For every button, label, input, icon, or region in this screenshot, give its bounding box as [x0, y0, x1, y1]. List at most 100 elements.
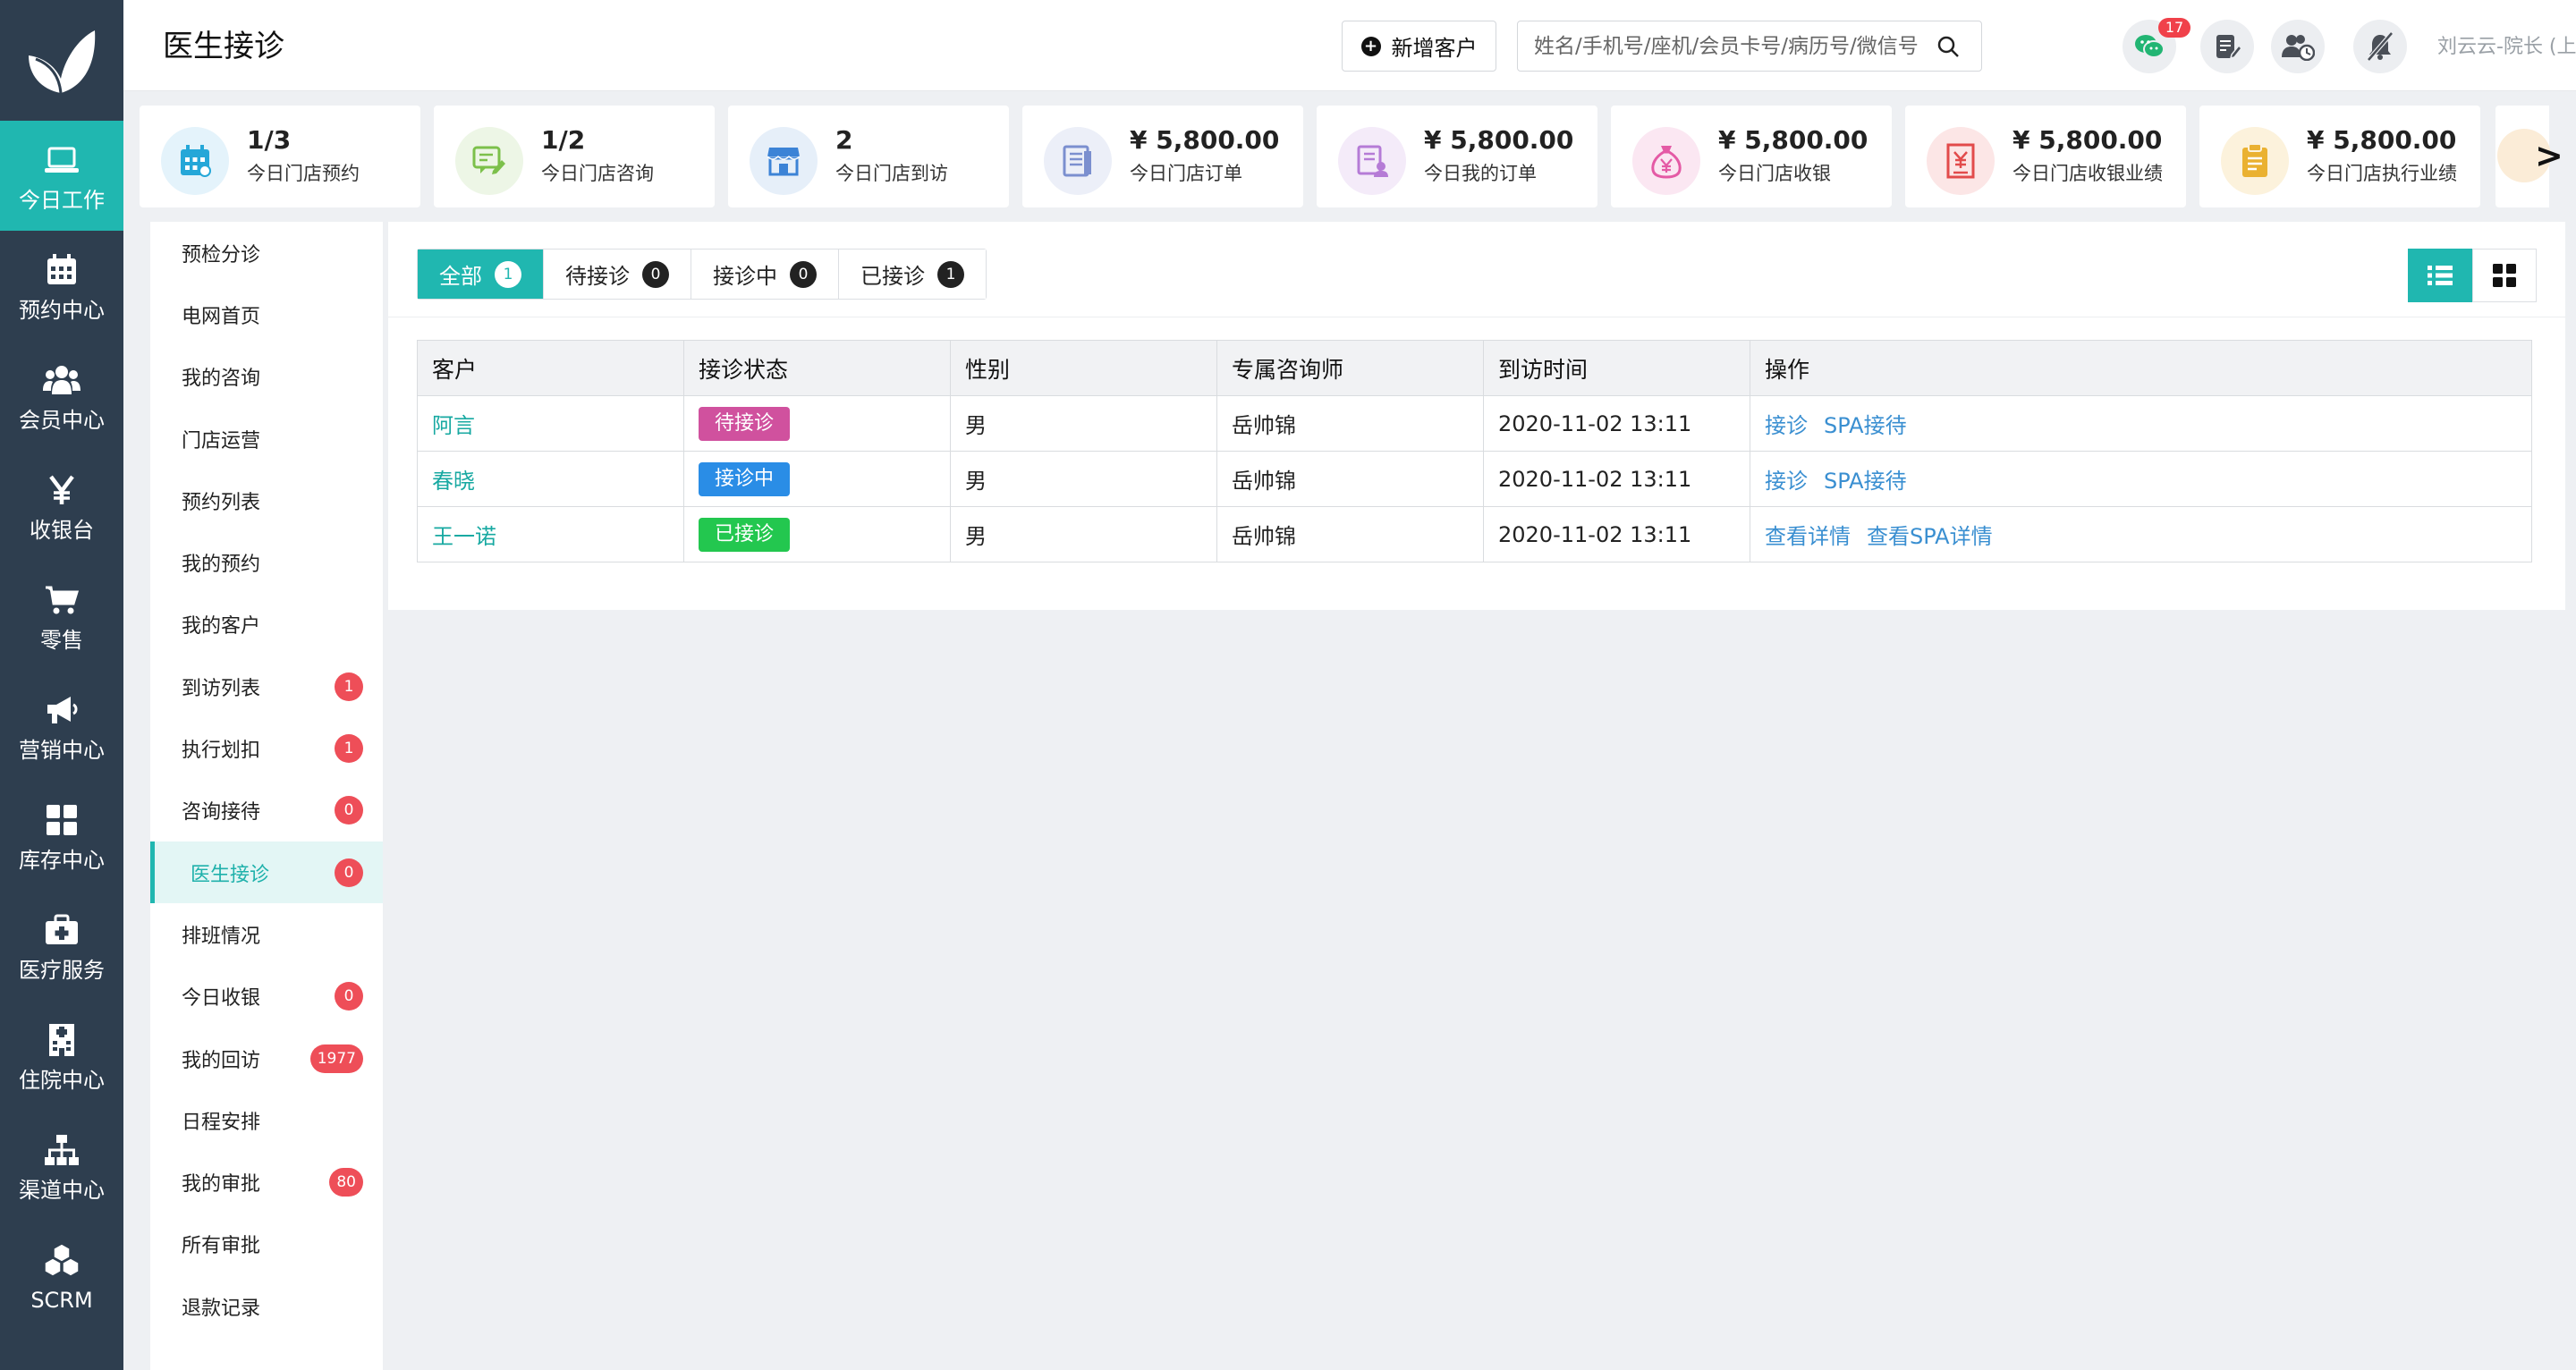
- tab-label: 全部: [439, 264, 482, 289]
- stat-value: 2: [835, 125, 853, 155]
- stat-card[interactable]: ¥ 5,800.00 今日门店执行业绩: [2199, 106, 2480, 207]
- nav-item-0[interactable]: 今日工作: [0, 121, 123, 231]
- tab-label: 待接诊: [565, 264, 630, 289]
- stat-card[interactable]: 1/3 今日门店预约: [140, 106, 420, 207]
- team-clock-button[interactable]: [2271, 20, 2325, 73]
- stat-value: ¥ 5,800.00: [1718, 125, 1868, 155]
- action-link[interactable]: SPA接待: [1824, 413, 1907, 438]
- search-input[interactable]: [1534, 34, 1936, 58]
- submenu-item[interactable]: 退款记录: [150, 1275, 383, 1337]
- top-bar: 医生接诊 + 新增客户 17: [123, 0, 2576, 91]
- stat-card[interactable]: 1/2 今日门店咨询: [434, 106, 715, 207]
- stat-card[interactable]: ¥ 5,800.00 今日门店收银业绩: [1905, 106, 2186, 207]
- main-panel: 全部 1 待接诊 0 接诊中 0 已接诊 1 客户 接诊状态 性别 专属咨询师 到访时间 操作 阿言 待接…: [388, 222, 2565, 610]
- nav-item-3[interactable]: 收银台: [0, 451, 123, 561]
- nav-item-10[interactable]: SCRM: [0, 1221, 123, 1331]
- submenu-item[interactable]: 我的预约: [150, 531, 383, 593]
- submenu-item[interactable]: 我的客户: [150, 594, 383, 655]
- submenu-item[interactable]: 我的咨询: [150, 346, 383, 408]
- grid-view-button[interactable]: [2472, 249, 2537, 302]
- nav-item-7[interactable]: 医疗服务: [0, 891, 123, 1001]
- submenu-item-label: 日程安排: [182, 1111, 261, 1134]
- users-icon: [41, 359, 82, 401]
- submenu-item[interactable]: 日程安排: [150, 1089, 383, 1151]
- count-badge: 0: [335, 982, 363, 1011]
- column-header: 接诊状态: [683, 340, 951, 396]
- submenu-item[interactable]: 执行划扣 1: [150, 717, 383, 779]
- actions-cell: 接诊 SPA接待: [1750, 451, 2532, 507]
- submenu-item[interactable]: 预检分诊: [150, 222, 383, 283]
- tab-count-badge: 0: [642, 260, 669, 288]
- submenu-item-label: 所有审批: [182, 1235, 261, 1258]
- reception-table: 客户 接诊状态 性别 专属咨询师 到访时间 操作 阿言 待接诊男岳帅锦 2020-11-02 …: [417, 340, 2532, 562]
- submenu-item[interactable]: 咨询接待 0: [150, 780, 383, 841]
- submenu-item[interactable]: 预约列表: [150, 469, 383, 531]
- calendar-icon: [41, 249, 82, 291]
- submenu-item[interactable]: 所有审批: [150, 1214, 383, 1275]
- notes-button[interactable]: [2200, 20, 2254, 73]
- user-menu[interactable]: 刘云云-院长 (上海张江店): [2437, 30, 2576, 59]
- tab[interactable]: 接诊中 0: [691, 249, 839, 299]
- customer-link[interactable]: 阿言: [432, 413, 475, 438]
- action-link[interactable]: 查看详情: [1765, 524, 1851, 549]
- submenu-item[interactable]: 我的回访 1977: [150, 1028, 383, 1089]
- action-link[interactable]: 接诊: [1765, 413, 1808, 438]
- stats-next-button[interactable]: >: [2496, 106, 2563, 207]
- stat-card[interactable]: ¥ 5,800.00 今日门店订单: [1022, 106, 1303, 207]
- submenu-item[interactable]: 排班情况: [150, 903, 383, 965]
- grid-icon: [41, 799, 82, 841]
- nav-item-label: 零售: [40, 627, 83, 653]
- submenu-item[interactable]: 电网首页: [150, 283, 383, 345]
- submenu-item[interactable]: 今日收银 0: [150, 966, 383, 1028]
- submenu-item[interactable]: 医生接诊 0: [150, 841, 383, 904]
- submenu-item[interactable]: 门店运营: [150, 408, 383, 469]
- actions-cell: 接诊 SPA接待: [1750, 395, 2532, 452]
- action-link[interactable]: 查看SPA详情: [1867, 524, 1993, 549]
- visit-time-cell: 2020-11-02 13:11: [1483, 395, 1750, 452]
- nav-item-label: 库存中心: [19, 847, 105, 873]
- customer-cell: 阿言: [417, 395, 684, 452]
- tab[interactable]: 待接诊 0: [544, 249, 691, 299]
- customer-cell: 王一诺: [417, 506, 684, 562]
- submenu-item[interactable]: 我的审批 80: [150, 1151, 383, 1213]
- stat-card[interactable]: 2 今日门店到访: [728, 106, 1009, 207]
- customer-link[interactable]: 春晓: [432, 469, 475, 494]
- action-link[interactable]: SPA接待: [1824, 469, 1907, 494]
- new-customer-button[interactable]: + 新增客户: [1342, 21, 1496, 72]
- status-cell: 已接诊: [683, 506, 951, 562]
- nav-item-4[interactable]: 零售: [0, 561, 123, 671]
- nav-item-1[interactable]: 预约中心: [0, 231, 123, 341]
- nav-item-label: 今日工作: [19, 187, 105, 213]
- column-header: 专属咨询师: [1216, 340, 1484, 396]
- nav-item-8[interactable]: 住院中心: [0, 1001, 123, 1111]
- tab[interactable]: 全部 1: [418, 249, 544, 299]
- search-icon[interactable]: [1936, 35, 1960, 58]
- actions-cell: 查看详情 查看SPA详情: [1750, 506, 2532, 562]
- view-toggle: [2408, 249, 2537, 302]
- customer-link[interactable]: 王一诺: [432, 524, 496, 549]
- money-bag-icon: [1632, 127, 1700, 195]
- team-clock-icon: [2282, 35, 2315, 61]
- my-order-icon: [1338, 127, 1406, 195]
- nav-item-6[interactable]: 库存中心: [0, 781, 123, 891]
- mute-button[interactable]: [2353, 20, 2407, 73]
- list-icon: [2428, 266, 2453, 285]
- stat-card[interactable]: ¥ 5,800.00 今日门店收银: [1611, 106, 1892, 207]
- list-view-button[interactable]: [2408, 249, 2472, 302]
- user-name: 刘云云-院长 (上海张江店): [2437, 36, 2576, 58]
- app-logo[interactable]: [0, 0, 123, 121]
- medkit-icon: [41, 909, 82, 951]
- submenu-item[interactable]: 到访列表 1: [150, 655, 383, 717]
- submenu-item-label: 我的咨询: [182, 368, 261, 391]
- stats-row: 1/3 今日门店预约 1/2 今日门店咨询 2 今日门店到访 ¥ 5,800.00 今日门店订…: [140, 106, 2576, 207]
- tab[interactable]: 已接诊 1: [839, 249, 986, 299]
- nav-item-2[interactable]: 会员中心: [0, 341, 123, 451]
- action-link[interactable]: 接诊: [1765, 469, 1808, 494]
- consultant-cell: 岳帅锦: [1216, 395, 1484, 452]
- nav-item-9[interactable]: 渠道中心: [0, 1111, 123, 1221]
- submenu-item-label: 执行划扣: [182, 740, 261, 763]
- stat-card[interactable]: ¥ 5,800.00 今日我的订单: [1317, 106, 1597, 207]
- table-header-row: 客户 接诊状态 性别 专属咨询师 到访时间 操作: [417, 340, 2532, 396]
- nav-item-5[interactable]: 营销中心: [0, 671, 123, 781]
- submenu-item-label: 咨询接待: [182, 801, 261, 825]
